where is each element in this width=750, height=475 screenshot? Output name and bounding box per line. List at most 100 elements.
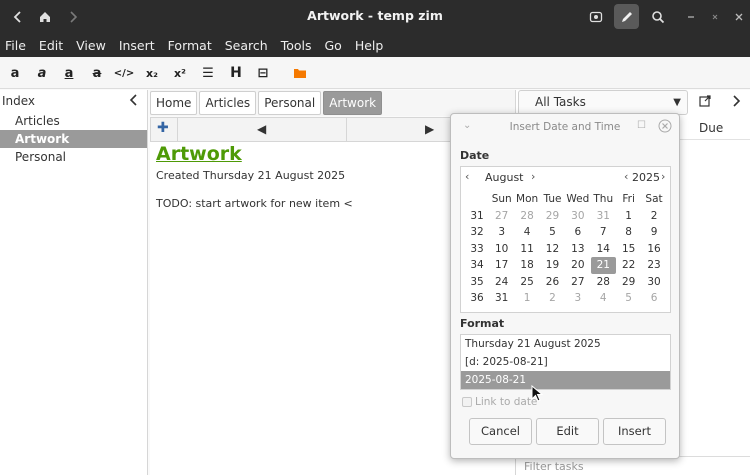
format-option-long[interactable]: Thursday 21 August 2025 (461, 335, 670, 353)
path-personal[interactable]: Personal (258, 91, 322, 115)
prev-page-icon[interactable]: ◀ (257, 122, 266, 136)
calendar-day[interactable]: 3 (565, 290, 590, 307)
calendar-day[interactable]: 2 (540, 290, 565, 307)
superscript-icon[interactable]: x² (170, 63, 190, 83)
open-external-icon[interactable] (698, 94, 712, 112)
calendar-day[interactable]: 6 (565, 224, 590, 241)
calendar-day[interactable]: 12 (540, 241, 565, 258)
chevron-right-icon[interactable] (731, 94, 741, 112)
calendar-day[interactable]: 1 (616, 208, 641, 225)
calendar-day[interactable]: 1 (514, 290, 539, 307)
calendar-day[interactable]: 26 (540, 274, 565, 291)
menu-file[interactable]: File (5, 38, 26, 53)
path-home[interactable]: Home (150, 91, 198, 115)
calendar-day[interactable]: 28 (591, 274, 616, 291)
calendar-day[interactable]: 5 (616, 290, 641, 307)
calendar-day[interactable]: 14 (591, 241, 616, 258)
calendar-day[interactable]: 28 (514, 208, 539, 225)
close-icon[interactable] (726, 4, 750, 29)
calendar-day[interactable]: 8 (616, 224, 641, 241)
maximize-icon[interactable] (702, 4, 727, 29)
calendar-day[interactable]: 30 (565, 208, 590, 225)
list-glyph: ☰ (202, 65, 214, 81)
calendar-day[interactable]: 15 (616, 241, 641, 258)
calendar-day[interactable]: 31 (489, 290, 514, 307)
subscript-glyph: x₂ (146, 66, 158, 80)
bold-icon[interactable]: a (5, 63, 25, 83)
index-item-personal[interactable]: Personal (0, 148, 147, 166)
calendar-day[interactable]: 25 (514, 274, 539, 291)
calendar-day[interactable]: 16 (641, 241, 666, 258)
insert-button[interactable]: Insert (603, 418, 666, 445)
move-cross-icon[interactable]: ✚ (157, 120, 169, 136)
screenshot-icon[interactable] (583, 4, 608, 29)
calendar-day[interactable]: 22 (616, 257, 641, 274)
menu-search[interactable]: Search (225, 38, 268, 53)
heading-icon[interactable]: H (226, 63, 246, 83)
calendar-day[interactable]: 29 (540, 208, 565, 225)
dialog-maximize-icon[interactable]: ☐ (637, 120, 646, 131)
due-column-header[interactable]: Due (699, 121, 723, 135)
menu-go[interactable]: Go (324, 38, 341, 53)
calendar-day[interactable]: 5 (540, 224, 565, 241)
calendar-day[interactable]: 7 (591, 224, 616, 241)
mouse-pointer-icon (531, 384, 545, 406)
calendar-day[interactable]: 19 (540, 257, 565, 274)
calendar[interactable]: ‹ August › ‹ 2025 › Sun Mon Tue Wed Thu … (460, 166, 671, 313)
edit-pencil-icon[interactable] (614, 4, 639, 29)
index-item-artwork[interactable]: Artwork (0, 130, 147, 148)
code-icon[interactable]: </> (114, 63, 134, 83)
calendar-day[interactable]: 4 (591, 290, 616, 307)
italic-icon[interactable]: a (32, 63, 52, 83)
calendar-day[interactable]: 2 (641, 208, 666, 225)
calendar-day[interactable]: 9 (641, 224, 666, 241)
search-icon[interactable] (645, 4, 670, 29)
next-month-icon[interactable]: › (531, 170, 535, 183)
calendar-day[interactable]: 23 (641, 257, 666, 274)
edit-button[interactable]: Edit (536, 418, 599, 445)
calendar-day[interactable]: 6 (641, 290, 666, 307)
path-articles[interactable]: Articles (199, 91, 257, 115)
task-filter-select[interactable]: All Tasks ▼ (518, 90, 688, 115)
format-option-link[interactable]: [d: 2025-08-21] (461, 353, 670, 371)
underline-icon[interactable]: a (59, 63, 79, 83)
verbatim-icon[interactable]: ⊟ (253, 63, 273, 83)
path-artwork[interactable]: Artwork (323, 91, 383, 115)
calendar-day[interactable]: 17 (489, 257, 514, 274)
format-option-iso[interactable]: 2025-08-21 (461, 371, 670, 389)
dialog-close-icon[interactable] (658, 119, 672, 136)
menu-tools[interactable]: Tools (281, 38, 312, 53)
calendar-day[interactable]: 11 (514, 241, 539, 258)
calendar-day[interactable]: 27 (489, 208, 514, 225)
calendar-day[interactable]: 4 (514, 224, 539, 241)
minimize-icon[interactable] (678, 4, 703, 29)
menu-help[interactable]: Help (355, 38, 384, 53)
calendar-day[interactable]: 10 (489, 241, 514, 258)
bullet-list-icon[interactable]: ☰ (198, 63, 218, 83)
calendar-day[interactable]: 27 (565, 274, 590, 291)
calendar-day[interactable]: 24 (489, 274, 514, 291)
menu-insert[interactable]: Insert (119, 38, 155, 53)
subscript-icon[interactable]: x₂ (142, 63, 162, 83)
menu-edit[interactable]: Edit (39, 38, 63, 53)
cancel-button[interactable]: Cancel (469, 418, 532, 445)
calendar-day[interactable]: 29 (616, 274, 641, 291)
prev-year-icon[interactable]: ‹ (624, 170, 628, 183)
calendar-day[interactable]: 18 (514, 257, 539, 274)
calendar-day-selected[interactable]: 21 (590, 257, 616, 274)
calendar-day[interactable]: 13 (565, 241, 590, 258)
next-page-icon[interactable]: ▶ (425, 122, 434, 136)
calendar-day[interactable]: 3 (489, 224, 514, 241)
menu-view[interactable]: View (76, 38, 106, 53)
calendar-day[interactable]: 20 (565, 257, 590, 274)
menu-format[interactable]: Format (168, 38, 212, 53)
collapse-pane-icon[interactable] (129, 93, 139, 110)
index-item-articles[interactable]: Articles (0, 112, 147, 130)
strikethrough-icon[interactable]: a (87, 63, 107, 83)
calendar-day[interactable]: 30 (641, 274, 666, 291)
next-year-icon[interactable]: › (661, 170, 665, 183)
folder-icon[interactable] (290, 63, 310, 83)
prev-month-icon[interactable]: ‹ (465, 170, 469, 183)
calendar-day[interactable]: 31 (591, 208, 616, 225)
link-to-date-checkbox[interactable] (462, 397, 472, 407)
